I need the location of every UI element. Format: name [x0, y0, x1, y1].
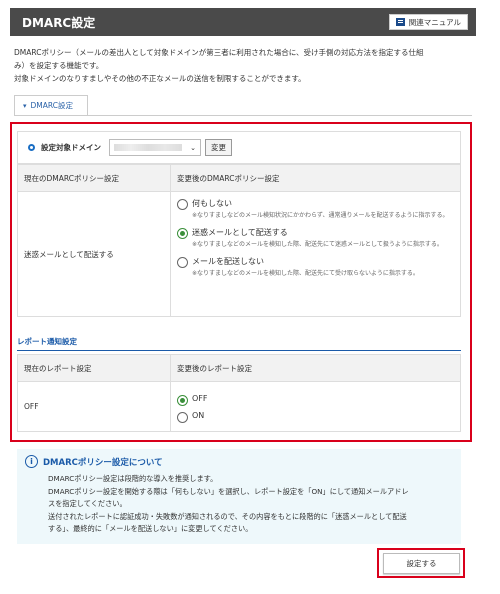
column-header: 現在のレポート設定	[17, 354, 171, 382]
description-line: み）を設定する機能です。	[14, 61, 104, 70]
current-policy: 迷惑メールとして配送する	[17, 191, 171, 317]
option-label: ON	[192, 411, 205, 420]
manual-button[interactable]: 関連マニュアル	[388, 14, 468, 30]
info-line: スを指定してください。	[48, 499, 127, 508]
report-section-title: レポート通知設定	[17, 336, 461, 351]
current-report: OFF	[17, 381, 171, 432]
policy-option-none[interactable]: 何もしない ※なりすましなどのメール検知状況にかかわらず、通常通りメールを配送す…	[177, 198, 452, 221]
page-title: DMARC設定	[22, 15, 96, 30]
column-header: 変更後のレポート設定	[170, 354, 461, 382]
manual-button-label: 関連マニュアル	[408, 17, 461, 27]
option-label: OFF	[192, 394, 208, 403]
description-line: 対象ドメインのなりすましやその他の不正なメールの送信を制限することができます。	[14, 74, 306, 83]
page-header: DMARC設定 関連マニュアル	[10, 8, 476, 36]
domain-row: 設定対象ドメイン ⌄ 変更	[17, 131, 461, 164]
description-line: DMARCポリシー（メールの差出人として対象ドメインが第三者に利用された場合に、…	[14, 48, 424, 57]
domain-label: 設定対象ドメイン	[41, 143, 101, 152]
info-line: 送付されたレポートに認証成功・失敗数が通知されるので、その内容をもとに段階的に「…	[48, 511, 407, 521]
option-note: ※なりすましなどのメールを検知した際、配送先にて受け取らないように指示する。	[192, 270, 419, 277]
info-line: DMARCポリシー設定を開始する際は「何もしない」を選択し、レポート設定を「ON…	[48, 486, 409, 496]
policy-table: 現在のDMARCポリシー設定 変更後のDMARCポリシー設定 迷惑メールとして配…	[17, 164, 461, 317]
column-header: 現在のDMARCポリシー設定	[17, 164, 171, 192]
info-line: する」、最終的に「メールを配送しない」に変更してください。	[48, 524, 253, 533]
policy-option-spam[interactable]: 迷惑メールとして配送する ※なりすましなどのメールを検知した際、配送先にて迷惑メ…	[177, 227, 452, 250]
bullet-icon	[28, 144, 35, 151]
submit-button[interactable]: 設定する	[383, 553, 460, 574]
domain-value-blurred	[114, 144, 182, 151]
option-note: ※なりすましなどのメール検知状況にかかわらず、通常通りメールを配送するように指示…	[192, 212, 449, 219]
info-icon: i	[25, 455, 38, 468]
book-icon	[395, 18, 405, 26]
info-title: DMARCポリシー設定について	[43, 457, 163, 468]
option-note: ※なりすましなどのメールを検知した際、配送先にて迷惑メールとして扱うように指示す…	[192, 241, 443, 248]
info-body: DMARCポリシー設定は段階的な導入を推奨します。 DMARCポリシー設定を開始…	[25, 473, 453, 536]
policy-option-reject[interactable]: メールを配送しない ※なりすましなどのメールを検知した際、配送先にて受け取らない…	[177, 256, 452, 279]
option-label: メールを配送しない	[192, 257, 264, 266]
chevron-down-icon: ⌄	[190, 143, 196, 152]
report-table: 現在のレポート設定 変更後のレポート設定 OFF OFF ON	[17, 354, 461, 432]
info-heading: i DMARCポリシー設定について	[25, 455, 453, 468]
radio-button[interactable]	[177, 412, 188, 423]
info-box: i DMARCポリシー設定について DMARCポリシー設定は段階的な導入を推奨し…	[17, 449, 461, 544]
radio-button[interactable]	[177, 257, 188, 268]
change-button[interactable]: 変更	[205, 139, 232, 156]
description: DMARCポリシー（メールの差出人として対象ドメインが第三者に利用された場合に、…	[14, 46, 474, 85]
radio-button-selected[interactable]	[177, 395, 188, 406]
tab-divider	[14, 115, 472, 116]
info-line: DMARCポリシー設定は段階的な導入を推奨します。	[48, 474, 218, 483]
radio-button[interactable]	[177, 199, 188, 210]
report-option-off[interactable]: OFF	[177, 394, 460, 406]
column-header: 変更後のDMARCポリシー設定	[170, 164, 461, 192]
chevron-down-icon: ▾	[23, 101, 27, 110]
option-label: 迷惑メールとして配送する	[192, 228, 288, 237]
domain-select[interactable]: ⌄	[109, 139, 201, 156]
tab-label: DMARC設定	[30, 101, 73, 110]
report-option-on[interactable]: ON	[177, 411, 460, 423]
radio-button-selected[interactable]	[177, 228, 188, 239]
tab-dmarc-settings[interactable]: ▾ DMARC設定	[14, 95, 88, 115]
option-label: 何もしない	[192, 199, 232, 208]
